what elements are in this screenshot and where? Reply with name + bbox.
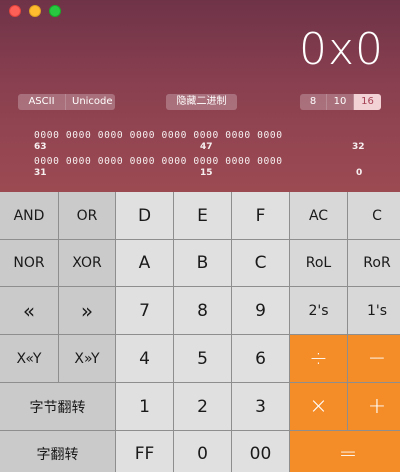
ones-complement-button[interactable]: 1's [348, 287, 400, 334]
subtract-button[interactable]: − [348, 335, 400, 382]
word-flip-button[interactable]: 字翻转 [0, 431, 115, 472]
bit-index-63: 63 [34, 142, 47, 152]
x-shift-right-y-button[interactable]: X»Y [59, 335, 115, 382]
ascii-option[interactable]: ASCII [18, 94, 66, 110]
double-zero-button[interactable]: 00 [232, 431, 289, 472]
unicode-option[interactable]: Unicode [66, 94, 115, 110]
bit-index-31: 31 [34, 168, 47, 178]
divide-button[interactable]: ÷ [290, 335, 347, 382]
digit-5-button[interactable]: 5 [174, 335, 231, 382]
hide-binary-segment: 隐藏二进制 [166, 94, 237, 110]
shift-right-button[interactable]: » [59, 287, 115, 334]
shift-left-button[interactable]: « [0, 287, 58, 334]
keypad: AND OR D E F AC C NOR XOR A B C RoL RoR … [0, 192, 400, 472]
hex-b-button[interactable]: B [174, 240, 231, 286]
twos-complement-button[interactable]: 2's [290, 287, 347, 334]
bit-index-0: 0 [356, 168, 363, 178]
bit-index-32: 32 [352, 142, 365, 152]
and-button[interactable]: AND [0, 192, 58, 239]
nor-button[interactable]: NOR [0, 240, 58, 286]
digit-3-button[interactable]: 3 [232, 383, 289, 430]
multiply-button[interactable]: × [290, 383, 347, 430]
ff-button[interactable]: FF [116, 431, 173, 472]
base-16-option[interactable]: 16 [354, 94, 381, 110]
digit-4-button[interactable]: 4 [116, 335, 173, 382]
close-button[interactable] [9, 5, 21, 17]
base-8-option[interactable]: 8 [300, 94, 327, 110]
equals-button[interactable]: = [290, 431, 400, 472]
hex-c-button[interactable]: C [232, 240, 289, 286]
hex-e-button[interactable]: E [174, 192, 231, 239]
base-segment: 8 10 16 [300, 94, 381, 110]
minimize-button[interactable] [29, 5, 41, 17]
byte-flip-button[interactable]: 字节翻转 [0, 383, 115, 430]
binary-row-low[interactable]: 0000 0000 0000 0000 0000 0000 0000 0000 [34, 156, 370, 167]
hex-a-button[interactable]: A [116, 240, 173, 286]
add-button[interactable]: + [348, 383, 400, 430]
xor-button[interactable]: XOR [59, 240, 115, 286]
or-button[interactable]: OR [59, 192, 115, 239]
digit-0-button[interactable]: 0 [174, 431, 231, 472]
digit-9-button[interactable]: 9 [232, 287, 289, 334]
result-display: 0x0 [298, 24, 384, 75]
clear-button[interactable]: C [348, 192, 400, 239]
display-panel: 0x0 ASCII Unicode 隐藏二进制 8 10 16 0000 000… [0, 0, 400, 192]
hide-binary-button[interactable]: 隐藏二进制 [166, 94, 237, 110]
digit-7-button[interactable]: 7 [116, 287, 173, 334]
digit-8-button[interactable]: 8 [174, 287, 231, 334]
digit-1-button[interactable]: 1 [116, 383, 173, 430]
hex-f-button[interactable]: F [232, 192, 289, 239]
base-10-option[interactable]: 10 [327, 94, 354, 110]
binary-row-high[interactable]: 0000 0000 0000 0000 0000 0000 0000 0000 [34, 130, 370, 141]
digit-2-button[interactable]: 2 [174, 383, 231, 430]
bit-index-47: 47 [200, 142, 213, 152]
encoding-segment: ASCII Unicode [18, 94, 115, 110]
x-shift-left-y-button[interactable]: X«Y [0, 335, 58, 382]
hex-d-button[interactable]: D [116, 192, 173, 239]
all-clear-button[interactable]: AC [290, 192, 347, 239]
digit-6-button[interactable]: 6 [232, 335, 289, 382]
bit-index-15: 15 [200, 168, 213, 178]
rotate-right-button[interactable]: RoR [348, 240, 400, 286]
zoom-button[interactable] [49, 5, 61, 17]
calculator-window: 0x0 ASCII Unicode 隐藏二进制 8 10 16 0000 000… [0, 0, 400, 472]
rotate-left-button[interactable]: RoL [290, 240, 347, 286]
